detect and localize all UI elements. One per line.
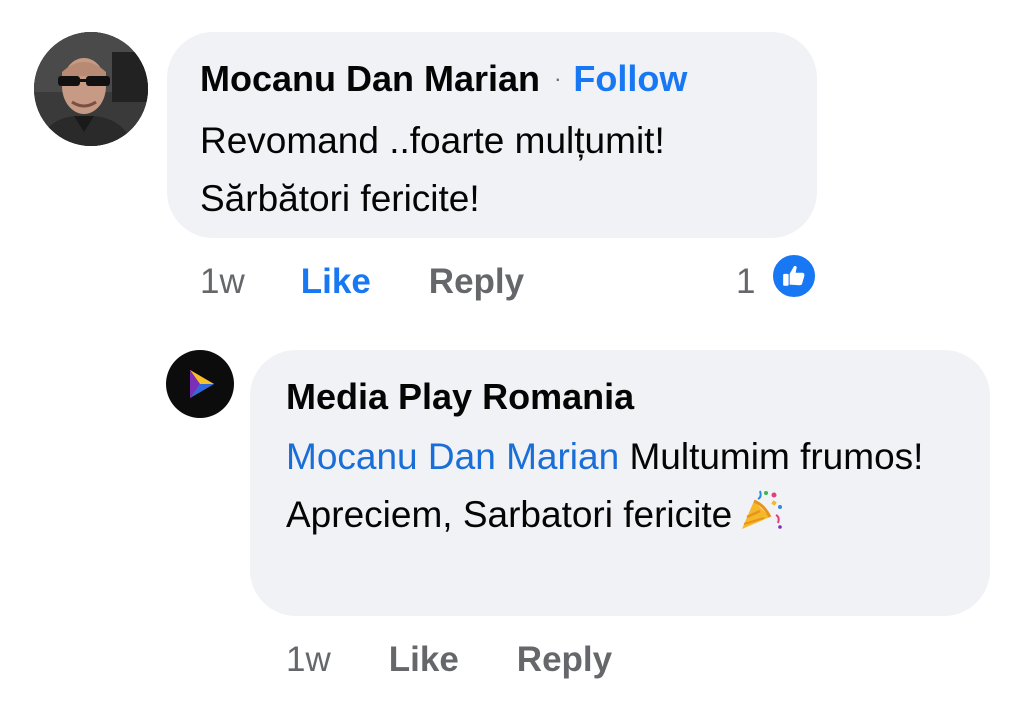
reply-timestamp[interactable]: 1w [286, 640, 331, 680]
separator-dot: · [554, 66, 562, 91]
party-popper-icon [738, 487, 784, 550]
reply-author[interactable]: Media Play Romania [286, 374, 634, 420]
reply-button[interactable]: Reply [429, 262, 524, 302]
comment-thread: Mocanu Dan Marian · Follow Revomand ..fo… [0, 0, 1024, 722]
avatar[interactable] [34, 32, 148, 146]
reply-actions: 1w Like Reply [286, 634, 612, 686]
follow-button[interactable]: Follow [573, 58, 687, 100]
comment-header: Mocanu Dan Marian · Follow [200, 56, 687, 102]
reply-button[interactable]: Reply [517, 640, 612, 680]
party-popper-glyph [742, 490, 783, 529]
thumbs-up-glyph [783, 265, 805, 286]
reply-text: Mocanu Dan Marian Multumim frumos! Aprec… [286, 428, 966, 550]
like-button[interactable]: Like [301, 262, 371, 302]
comment-timestamp[interactable]: 1w [200, 262, 245, 302]
comment-text: Revomand ..foarte mulțumit! Sărbători fe… [200, 112, 665, 228]
user-photo [34, 32, 148, 146]
like-button[interactable]: Like [389, 640, 459, 680]
comment-actions: 1w Like Reply [200, 256, 524, 308]
media-play-logo-icon [190, 370, 214, 398]
page-avatar[interactable] [166, 350, 234, 418]
mention-link[interactable]: Mocanu Dan Marian [286, 436, 619, 477]
comment-text-line: Revomand ..foarte mulțumit! [200, 120, 665, 161]
reaction-count[interactable]: 1 [736, 256, 755, 308]
comment-author[interactable]: Mocanu Dan Marian [200, 58, 540, 100]
comment-text-line: Sărbători fericite! [200, 178, 480, 219]
thumbs-up-icon[interactable] [770, 252, 818, 300]
